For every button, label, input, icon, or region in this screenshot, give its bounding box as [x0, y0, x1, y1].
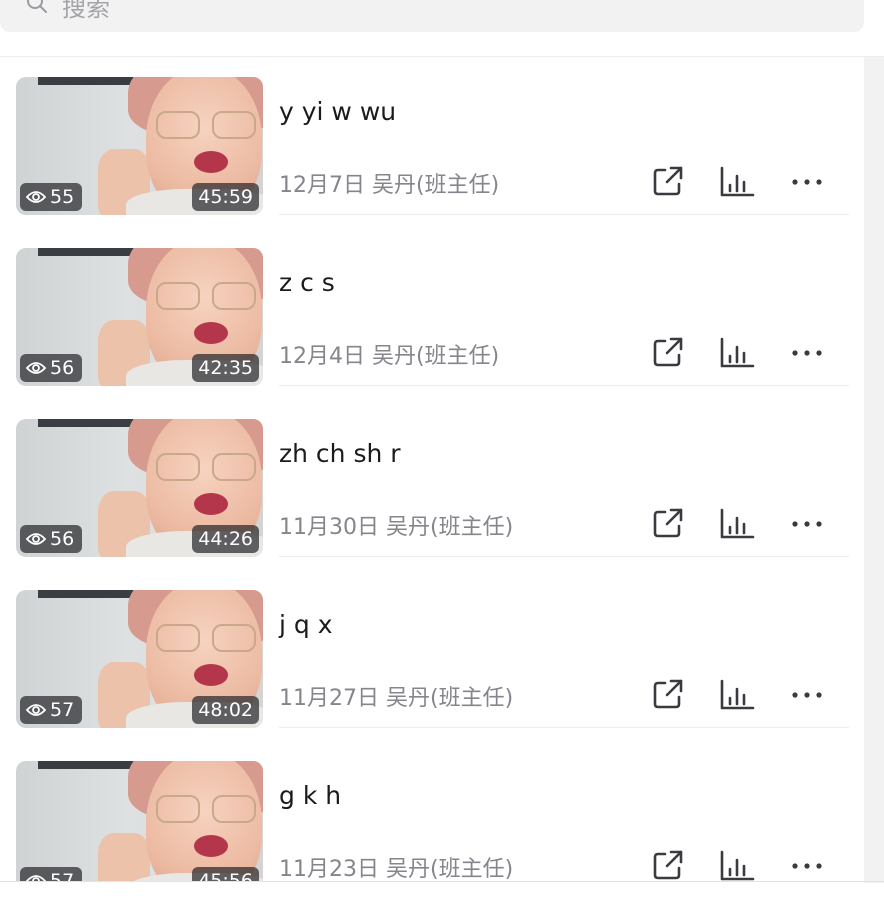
- eye-icon: [26, 704, 46, 716]
- duration-badge: 42:35: [192, 354, 259, 382]
- bar-chart-icon[interactable]: [718, 678, 756, 712]
- more-icon[interactable]: [790, 861, 824, 871]
- duration: 45:59: [198, 186, 253, 208]
- row-divider: [279, 214, 849, 215]
- eye-icon: [26, 362, 46, 374]
- view-count-badge: 57: [20, 867, 83, 881]
- view-count-badge: 55: [20, 183, 83, 211]
- view-count: 55: [50, 186, 75, 208]
- video-list-item[interactable]: 57 45:56 g k h 11月23日 吴丹(班主任): [0, 761, 864, 881]
- video-list-item[interactable]: 56 42:35 z c s 12月4日 吴丹(班主任): [0, 248, 864, 419]
- video-meta: 11月27日 吴丹(班主任): [279, 680, 513, 712]
- view-count: 57: [50, 699, 75, 721]
- more-icon[interactable]: [790, 177, 824, 187]
- share-icon[interactable]: [650, 676, 686, 712]
- thumbnail-glasses: [156, 624, 256, 652]
- video-list-item[interactable]: 55 45:59 y yi w wu 12月7日 吴丹(班主任): [0, 77, 864, 248]
- row-divider: [279, 385, 849, 386]
- video-thumbnail[interactable]: 56 42:35: [16, 248, 263, 386]
- thumbnail-glasses: [156, 795, 256, 823]
- bar-chart-icon[interactable]: [718, 165, 756, 199]
- bar-chart-icon[interactable]: [718, 849, 756, 881]
- share-icon[interactable]: [650, 334, 686, 370]
- share-icon[interactable]: [650, 847, 686, 881]
- thumbnail-glasses: [156, 282, 256, 310]
- thumbnail-glasses: [156, 111, 256, 139]
- video-list-item[interactable]: 57 48:02 j q x 11月27日 吴丹(班主任): [0, 590, 864, 761]
- view-count: 56: [50, 528, 75, 550]
- thumbnail-mouth: [194, 664, 228, 686]
- video-date: 11月30日: [279, 515, 379, 540]
- video-title[interactable]: z c s: [279, 268, 335, 297]
- video-meta: 11月23日 吴丹(班主任): [279, 851, 513, 881]
- video-meta: 11月30日 吴丹(班主任): [279, 509, 513, 541]
- scrollbar-track[interactable]: [864, 57, 884, 883]
- duration: 42:35: [198, 357, 253, 379]
- view-count: 57: [50, 870, 75, 881]
- thumbnail-mouth: [194, 322, 228, 344]
- duration: 44:26: [198, 528, 253, 550]
- eye-icon: [26, 875, 46, 881]
- duration-badge: 44:26: [192, 525, 259, 553]
- footer-divider: [0, 881, 884, 882]
- video-meta: 12月7日 吴丹(班主任): [279, 167, 499, 199]
- video-thumbnail[interactable]: 57 48:02: [16, 590, 263, 728]
- video-title[interactable]: y yi w wu: [279, 97, 396, 126]
- row-divider: [279, 727, 849, 728]
- thumbnail-hand: [98, 833, 150, 881]
- thumbnail-mouth: [194, 835, 228, 857]
- video-author: 吴丹(班主任): [372, 344, 500, 369]
- eye-icon: [26, 533, 46, 545]
- view-count: 56: [50, 357, 75, 379]
- more-icon[interactable]: [790, 519, 824, 529]
- duration-badge: 45:56: [192, 867, 259, 881]
- video-author: 吴丹(班主任): [386, 686, 514, 711]
- duration-badge: 48:02: [192, 696, 259, 724]
- video-thumbnail[interactable]: 57 45:56: [16, 761, 263, 881]
- video-date: 11月23日: [279, 857, 379, 881]
- video-thumbnail[interactable]: 55 45:59: [16, 77, 263, 215]
- bar-chart-icon[interactable]: [718, 507, 756, 541]
- view-count-badge: 57: [20, 696, 83, 724]
- view-count-badge: 56: [20, 525, 83, 553]
- video-meta: 12月4日 吴丹(班主任): [279, 338, 499, 370]
- video-author: 吴丹(班主任): [386, 515, 514, 540]
- duration-badge: 45:59: [192, 183, 259, 211]
- video-list: 55 45:59 y yi w wu 12月7日 吴丹(班主任) 56 42:3…: [0, 0, 864, 881]
- duration: 48:02: [198, 699, 253, 721]
- video-date: 11月27日: [279, 686, 379, 711]
- video-thumbnail[interactable]: 56 44:26: [16, 419, 263, 557]
- eye-icon: [26, 191, 46, 203]
- share-icon[interactable]: [650, 505, 686, 541]
- video-author: 吴丹(班主任): [386, 857, 514, 881]
- share-icon[interactable]: [650, 163, 686, 199]
- more-icon[interactable]: [790, 690, 824, 700]
- view-count-badge: 56: [20, 354, 83, 382]
- video-author: 吴丹(班主任): [372, 173, 500, 198]
- video-list-item[interactable]: 56 44:26 zh ch sh r 11月30日 吴丹(班主任): [0, 419, 864, 590]
- video-date: 12月7日: [279, 173, 365, 198]
- bar-chart-icon[interactable]: [718, 336, 756, 370]
- video-title[interactable]: zh ch sh r: [279, 439, 401, 468]
- video-title[interactable]: g k h: [279, 781, 341, 810]
- thumbnail-glasses: [156, 453, 256, 481]
- video-title[interactable]: j q x: [279, 610, 333, 639]
- row-divider: [279, 556, 849, 557]
- video-date: 12月4日: [279, 344, 365, 369]
- more-icon[interactable]: [790, 348, 824, 358]
- duration: 45:56: [198, 870, 253, 881]
- thumbnail-mouth: [194, 493, 228, 515]
- thumbnail-mouth: [194, 151, 228, 173]
